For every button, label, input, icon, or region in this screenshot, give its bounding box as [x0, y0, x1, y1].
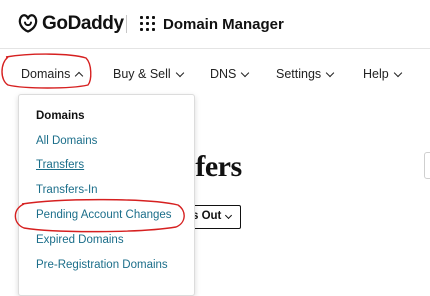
menu-item-all-domains[interactable]: All Domains	[36, 135, 97, 147]
chevron-down-icon	[241, 68, 250, 78]
domains-dropdown-menu: Domains All Domains Transfers Transfers-…	[18, 94, 195, 296]
nav-item-label: Help	[363, 67, 389, 81]
brand-name[interactable]: GoDaddy	[42, 13, 124, 35]
chevron-down-icon	[325, 68, 335, 78]
search-input-edge[interactable]	[424, 152, 430, 179]
menu-item-expired-domains[interactable]: Expired Domains	[36, 234, 124, 246]
menu-item-pending-account-changes[interactable]: Pending Account Changes	[36, 209, 172, 221]
chevron-up-icon	[75, 71, 84, 81]
menu-item-transfers-in[interactable]: Transfers-In	[36, 184, 98, 196]
nav-item-buy-sell[interactable]: Buy & Sell	[113, 67, 184, 81]
apps-grid-icon[interactable]	[140, 16, 156, 32]
header-divider	[126, 15, 127, 33]
menu-item-transfers[interactable]: Transfers	[36, 159, 84, 171]
chevron-down-icon	[175, 68, 184, 78]
chevron-down-icon	[224, 211, 233, 220]
dropdown-header: Domains	[36, 110, 85, 122]
app-header: GoDaddy Domain Manager	[0, 0, 430, 49]
nav-item-label: Settings	[276, 67, 322, 81]
godaddy-logo-icon[interactable]	[16, 11, 40, 35]
top-nav: Domains Buy & Sell DNS Settings Help	[0, 49, 430, 94]
nav-item-settings[interactable]: Settings	[276, 67, 335, 81]
nav-item-dns[interactable]: DNS	[210, 67, 250, 81]
menu-item-pre-registration-domains[interactable]: Pre-Registration Domains	[36, 259, 168, 271]
nav-item-label: DNS	[210, 67, 237, 81]
chevron-down-icon	[393, 68, 402, 78]
nav-item-domains[interactable]: Domains	[21, 67, 84, 81]
nav-item-label: Buy & Sell	[113, 67, 171, 81]
nav-item-label: Domains	[21, 67, 71, 81]
filter-button-label: s Out	[192, 210, 222, 222]
app-title: Domain Manager	[163, 16, 284, 33]
nav-item-help[interactable]: Help	[363, 67, 402, 81]
